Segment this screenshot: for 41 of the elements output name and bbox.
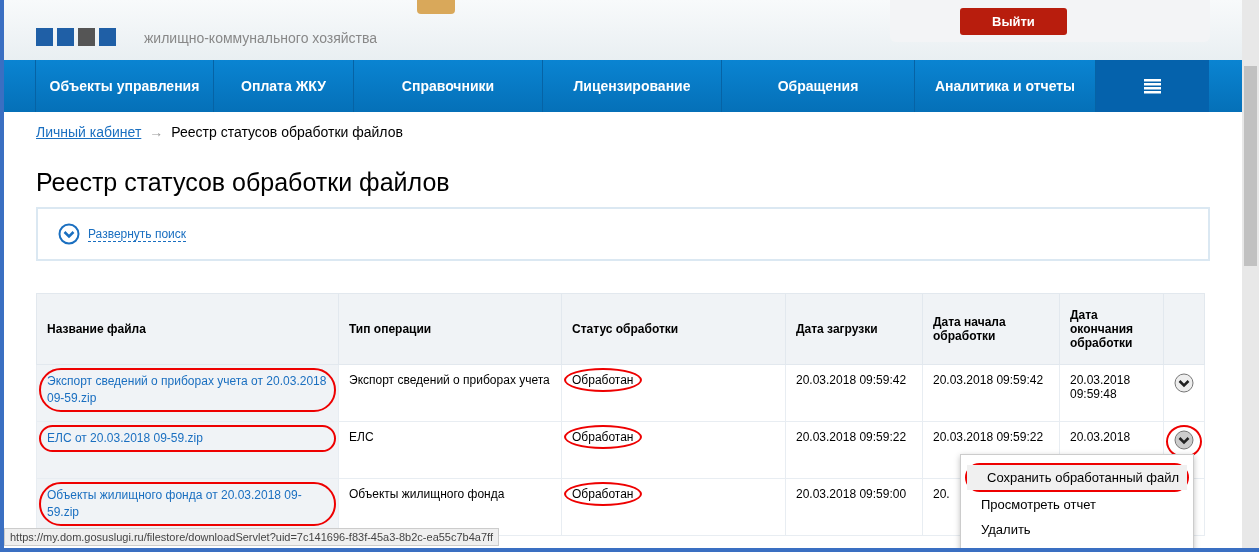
logout-button[interactable]: Выйти: [960, 7, 1067, 35]
table-cell-text: Обработан: [572, 430, 634, 444]
table-cell-text: 20.03.2018 09:59:22: [796, 430, 907, 444]
menu-item[interactable]: Удалить: [961, 517, 1193, 542]
nav-item[interactable]: Лицензирование: [542, 60, 721, 112]
table-cell-text: 20.03.2018 09:59:00: [796, 487, 907, 501]
menu-item[interactable]: Просмотреть отчет: [961, 492, 1193, 517]
expand-search-link[interactable]: Развернуть поиск: [88, 226, 187, 242]
column-header: Тип операции: [349, 322, 432, 336]
chevron-down-icon[interactable]: [1174, 430, 1194, 450]
column-header: Название файла: [47, 322, 146, 336]
logo-icon: [36, 28, 116, 46]
table-cell-text: 20.: [933, 487, 950, 501]
status-bar-url: https://my.dom.gosuslugi.ru/filestore/downloadServlet?uid=7c141696-f83f-45a3-8b2c-ea55c7b4a7ff: [4, 528, 499, 546]
table-cell-text: ЕЛС: [349, 430, 374, 444]
nav-item[interactable]: Справочники: [353, 60, 542, 112]
table-cell-text: Обработан: [572, 487, 634, 501]
column-header: Статус обработки: [572, 322, 679, 336]
site-subtitle: жилищно-коммунального хозяйства: [144, 30, 378, 46]
table-cell-text: 20.03.2018 09:59:22: [933, 430, 1044, 444]
table-cell-text: 20.03.2018: [1070, 430, 1131, 444]
table-cell-text: Объекты жилищного фонда: [349, 487, 505, 501]
table-cell-text: 20.03.2018 09:59:48: [1070, 373, 1131, 401]
nav-item[interactable]: Объекты управления: [35, 60, 213, 112]
menu-icon[interactable]: [1144, 78, 1161, 94]
table-cell-text: Обработан: [572, 373, 634, 387]
table-cell-text: 20.03.2018 09:59:42: [796, 373, 907, 387]
nav-item[interactable]: Оплата ЖКУ: [213, 60, 353, 112]
page-title: Реестр статусов обработки файлов: [36, 168, 451, 197]
breadcrumb-separator: →: [149, 124, 164, 140]
chevron-down-icon[interactable]: [1174, 373, 1194, 393]
breadcrumb-link[interactable]: Личный кабинет: [36, 124, 142, 140]
column-header: Дата начала обработки: [933, 315, 1006, 343]
scrollbar[interactable]: [1242, 0, 1259, 548]
breadcrumb-current: Реестр статусов обработки файлов: [171, 124, 403, 140]
nav-item[interactable]: Обращения: [721, 60, 914, 112]
table-cell-text: Экспорт сведений о приборах учета: [349, 373, 550, 387]
menu-item[interactable]: Сохранить обработанный файл: [967, 465, 1187, 490]
column-header: Дата окончания обработки: [1070, 308, 1134, 350]
table-cell-text: 20.03.2018 09:59:42: [933, 373, 1044, 387]
column-header: Дата загрузки: [796, 322, 878, 336]
